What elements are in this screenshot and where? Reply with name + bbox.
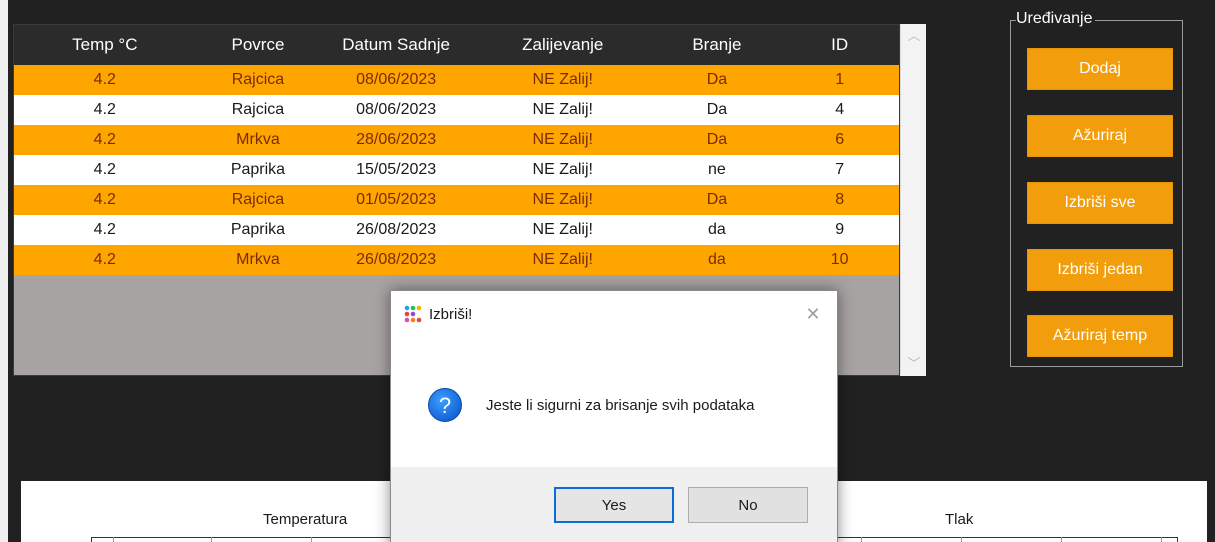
cell-temp: 4.2 bbox=[93, 221, 116, 238]
cell-branje: Da bbox=[706, 101, 728, 118]
close-icon[interactable]: ✕ bbox=[801, 303, 825, 325]
cell-temp: 4.2 bbox=[93, 161, 116, 178]
cell-datum: 26/08/2023 bbox=[356, 251, 437, 268]
grid-header: Temp °C Povrce Datum Sadnje Zalijevanje … bbox=[14, 25, 899, 65]
table-row[interactable]: 4.2 Paprika 26/08/2023 NE Zalij! da 9 bbox=[14, 215, 899, 245]
header-temp[interactable]: Temp °C bbox=[14, 25, 196, 65]
cell-zalijevanje: NE Zalij! bbox=[532, 251, 593, 268]
table-row[interactable]: 4.2 Mrkva 26/08/2023 NE Zalij! da 10 bbox=[14, 245, 899, 275]
cell-branje: ne bbox=[708, 161, 726, 178]
grid-line bbox=[211, 537, 212, 542]
cell-id: 8 bbox=[835, 191, 845, 208]
cell-datum: 08/06/2023 bbox=[356, 101, 437, 118]
yes-button[interactable]: Yes bbox=[554, 487, 674, 523]
cell-povrce: Mrkva bbox=[236, 251, 280, 268]
question-icon: ? bbox=[428, 388, 462, 422]
confirm-delete-dialog: Izbriši! ✕ ? Jeste li sigurni za brisanj… bbox=[390, 290, 838, 542]
table-row[interactable]: 4.2 Rajcica 08/06/2023 NE Zalij! Da 1 bbox=[14, 65, 899, 95]
cell-zalijevanje: NE Zalij! bbox=[532, 161, 593, 178]
grid-line bbox=[113, 537, 114, 542]
header-branje[interactable]: Branje bbox=[654, 25, 781, 65]
cell-temp: 4.2 bbox=[93, 131, 116, 148]
cell-zalijevanje: NE Zalij! bbox=[532, 71, 593, 88]
cell-branje: da bbox=[708, 221, 726, 238]
temperature-chart-frame bbox=[91, 537, 391, 542]
table-row[interactable]: 4.2 Rajcica 08/06/2023 NE Zalij! Da 4 bbox=[14, 95, 899, 125]
temperature-chart-title: Temperatura bbox=[263, 511, 348, 528]
table-row[interactable]: 4.2 Paprika 15/05/2023 NE Zalij! ne 7 bbox=[14, 155, 899, 185]
dialog-message: Jeste li sigurni za brisanje svih podata… bbox=[486, 397, 755, 414]
grid-line bbox=[311, 537, 312, 542]
header-id[interactable]: ID bbox=[780, 25, 899, 65]
cell-povrce: Mrkva bbox=[236, 131, 280, 148]
cell-temp: 4.2 bbox=[93, 101, 116, 118]
pressure-chart-frame bbox=[833, 537, 1178, 542]
add-button[interactable]: Dodaj bbox=[1027, 48, 1173, 90]
cell-temp: 4.2 bbox=[93, 191, 116, 208]
vertical-scrollbar[interactable]: ︿ ﹀ bbox=[900, 24, 926, 376]
dialog-titlebar[interactable]: Izbriši! ✕ bbox=[391, 291, 837, 337]
cell-zalijevanje: NE Zalij! bbox=[532, 221, 593, 238]
cell-zalijevanje: NE Zalij! bbox=[532, 191, 593, 208]
cell-povrce: Rajcica bbox=[231, 101, 285, 118]
cell-datum: 26/08/2023 bbox=[356, 221, 437, 238]
cell-id: 4 bbox=[835, 101, 845, 118]
cell-povrce: Rajcica bbox=[231, 71, 285, 88]
cell-datum: 01/05/2023 bbox=[356, 191, 437, 208]
cell-branje: Da bbox=[706, 131, 728, 148]
cell-datum: 28/06/2023 bbox=[356, 131, 437, 148]
cell-zalijevanje: NE Zalij! bbox=[532, 131, 593, 148]
no-button[interactable]: No bbox=[688, 487, 808, 523]
header-zalijevanje[interactable]: Zalijevanje bbox=[472, 25, 654, 65]
cell-id: 1 bbox=[835, 71, 845, 88]
cell-branje: da bbox=[708, 251, 726, 268]
dialog-title: Izbriši! bbox=[429, 306, 473, 323]
cell-povrce: Rajcica bbox=[231, 191, 285, 208]
table-row[interactable]: 4.2 Rajcica 01/05/2023 NE Zalij! Da 8 bbox=[14, 185, 899, 215]
cell-id: 10 bbox=[830, 251, 849, 268]
grid-line bbox=[1061, 537, 1062, 542]
delete-one-button[interactable]: Izbriši jedan bbox=[1027, 249, 1173, 291]
update-temp-button[interactable]: Ažuriraj temp bbox=[1027, 315, 1173, 357]
dialog-button-bar: Yes No bbox=[391, 467, 837, 542]
chevron-down-icon[interactable]: ﹀ bbox=[901, 354, 927, 374]
cell-temp: 4.2 bbox=[93, 71, 116, 88]
cell-datum: 15/05/2023 bbox=[356, 161, 437, 178]
cell-datum: 08/06/2023 bbox=[356, 71, 437, 88]
header-povrce[interactable]: Povrce bbox=[196, 25, 321, 65]
cell-zalijevanje: NE Zalij! bbox=[532, 101, 593, 118]
cell-branje: Da bbox=[706, 191, 728, 208]
grid-line bbox=[861, 537, 862, 542]
cell-povrce: Paprika bbox=[230, 161, 286, 178]
edit-group-legend: Uređivanje bbox=[1016, 10, 1096, 28]
table-row[interactable]: 4.2 Mrkva 28/06/2023 NE Zalij! Da 6 bbox=[14, 125, 899, 155]
grid-line bbox=[961, 537, 962, 542]
pressure-chart-title: Tlak bbox=[945, 511, 974, 528]
grid-line bbox=[1161, 537, 1162, 542]
cell-id: 6 bbox=[835, 131, 845, 148]
app-icon bbox=[404, 305, 422, 323]
header-datum-sadnje[interactable]: Datum Sadnje bbox=[320, 25, 472, 65]
update-button[interactable]: Ažuriraj bbox=[1027, 115, 1173, 157]
delete-all-button[interactable]: Izbriši sve bbox=[1027, 182, 1173, 224]
chevron-up-icon[interactable]: ︿ bbox=[901, 26, 927, 46]
cell-id: 9 bbox=[835, 221, 845, 238]
cell-povrce: Paprika bbox=[230, 221, 286, 238]
cell-branje: Da bbox=[706, 71, 728, 88]
cell-temp: 4.2 bbox=[93, 251, 116, 268]
cell-id: 7 bbox=[835, 161, 845, 178]
